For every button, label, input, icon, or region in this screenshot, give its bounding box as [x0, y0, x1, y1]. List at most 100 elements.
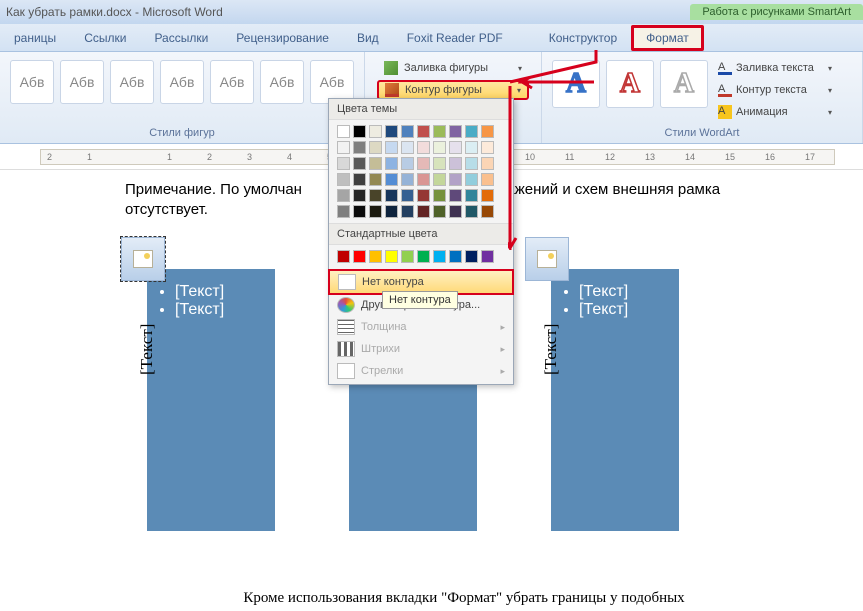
color-swatch[interactable] — [337, 173, 350, 186]
color-swatch[interactable] — [401, 173, 414, 186]
color-swatch[interactable] — [353, 173, 366, 186]
color-swatch[interactable] — [353, 189, 366, 202]
color-swatch[interactable] — [369, 250, 382, 263]
color-swatch[interactable] — [417, 189, 430, 202]
dashes-item[interactable]: Штрихи ▸ — [329, 338, 513, 360]
wordart-swatch[interactable]: А — [660, 60, 708, 108]
color-swatch[interactable] — [449, 141, 462, 154]
smartart-body[interactable]: [Текст] [Текст] — [551, 269, 679, 531]
color-swatch[interactable] — [337, 141, 350, 154]
color-swatch[interactable] — [417, 125, 430, 138]
color-swatch[interactable] — [433, 250, 446, 263]
smartart-shape[interactable]: [Текст] [Текст] [Текст] — [125, 247, 305, 531]
color-swatch[interactable] — [369, 125, 382, 138]
color-swatch[interactable] — [433, 173, 446, 186]
weight-item[interactable]: Толщина ▸ — [329, 316, 513, 338]
color-swatch[interactable] — [369, 157, 382, 170]
tab-links[interactable]: Ссылки — [70, 26, 140, 50]
smartart-image-placeholder[interactable] — [121, 237, 165, 281]
color-swatch[interactable] — [401, 141, 414, 154]
color-swatch[interactable] — [385, 141, 398, 154]
tab-mailings[interactable]: Рассылки — [140, 26, 222, 50]
color-swatch[interactable] — [417, 173, 430, 186]
animation-button[interactable]: А Анимация ▾ — [714, 102, 836, 122]
arrows-item[interactable]: Стрелки ▸ — [329, 360, 513, 382]
style-swatch[interactable]: Абв — [10, 60, 54, 104]
tab-format[interactable]: Формат — [631, 25, 704, 51]
theme-color-grid[interactable] — [329, 120, 513, 223]
wordart-gallery[interactable]: А А А — [550, 56, 710, 124]
no-outline-item[interactable]: Нет контура Нет контура — [328, 269, 514, 295]
tab-view[interactable]: Вид — [343, 26, 393, 50]
color-swatch[interactable] — [449, 250, 462, 263]
color-swatch[interactable] — [481, 125, 494, 138]
wordart-swatch[interactable]: А — [552, 60, 600, 108]
color-swatch[interactable] — [417, 157, 430, 170]
color-swatch[interactable] — [337, 189, 350, 202]
color-swatch[interactable] — [465, 157, 478, 170]
wordart-swatch[interactable]: А — [606, 60, 654, 108]
color-swatch[interactable] — [401, 205, 414, 218]
color-swatch[interactable] — [449, 173, 462, 186]
shape-outline-button[interactable]: Контур фигуры ▾ — [377, 80, 529, 100]
shape-outline-dropdown[interactable]: Цвета темы Стандартные цвета Нет контура… — [328, 98, 514, 385]
color-swatch[interactable] — [353, 250, 366, 263]
style-swatch[interactable]: Абв — [260, 60, 304, 104]
color-swatch[interactable] — [449, 189, 462, 202]
text-fill-button[interactable]: А Заливка текста ▾ — [714, 58, 836, 78]
shape-fill-button[interactable]: Заливка фигуры ▾ — [377, 58, 529, 78]
color-swatch[interactable] — [337, 205, 350, 218]
color-swatch[interactable] — [481, 141, 494, 154]
color-swatch[interactable] — [481, 189, 494, 202]
color-swatch[interactable] — [481, 173, 494, 186]
color-swatch[interactable] — [449, 157, 462, 170]
color-swatch[interactable] — [385, 125, 398, 138]
tab-foxit[interactable]: Foxit Reader PDF — [393, 26, 517, 50]
color-swatch[interactable] — [385, 205, 398, 218]
color-swatch[interactable] — [353, 125, 366, 138]
color-swatch[interactable] — [401, 189, 414, 202]
color-swatch[interactable] — [417, 205, 430, 218]
style-swatch[interactable]: Абв — [160, 60, 204, 104]
color-swatch[interactable] — [449, 125, 462, 138]
color-swatch[interactable] — [401, 125, 414, 138]
color-swatch[interactable] — [337, 250, 350, 263]
color-swatch[interactable] — [369, 189, 382, 202]
color-swatch[interactable] — [385, 250, 398, 263]
smartart-body[interactable]: [Текст] [Текст] — [147, 269, 275, 531]
color-swatch[interactable] — [369, 173, 382, 186]
color-swatch[interactable] — [385, 189, 398, 202]
color-swatch[interactable] — [353, 141, 366, 154]
color-swatch[interactable] — [417, 141, 430, 154]
color-swatch[interactable] — [449, 205, 462, 218]
color-swatch[interactable] — [417, 250, 430, 263]
tab-page[interactable]: раницы — [0, 26, 70, 50]
smartart-image-placeholder[interactable] — [525, 237, 569, 281]
style-swatch[interactable]: Абв — [210, 60, 254, 104]
color-swatch[interactable] — [433, 125, 446, 138]
color-swatch[interactable] — [337, 125, 350, 138]
color-swatch[interactable] — [401, 157, 414, 170]
smartart-shape[interactable]: [Текст] [Текст] [Текст] — [529, 247, 709, 531]
style-swatch[interactable]: Абв — [60, 60, 104, 104]
color-swatch[interactable] — [433, 205, 446, 218]
color-swatch[interactable] — [481, 205, 494, 218]
tab-review[interactable]: Рецензирование — [222, 26, 343, 50]
color-swatch[interactable] — [369, 205, 382, 218]
text-outline-button[interactable]: А Контур текста ▾ — [714, 80, 836, 100]
color-swatch[interactable] — [369, 141, 382, 154]
color-swatch[interactable] — [433, 141, 446, 154]
color-swatch[interactable] — [465, 141, 478, 154]
tab-constructor[interactable]: Конструктор — [535, 26, 631, 50]
color-swatch[interactable] — [353, 205, 366, 218]
style-swatch[interactable]: Абв — [110, 60, 154, 104]
standard-color-grid[interactable] — [329, 245, 513, 268]
color-swatch[interactable] — [401, 250, 414, 263]
color-swatch[interactable] — [353, 157, 366, 170]
color-swatch[interactable] — [465, 250, 478, 263]
color-swatch[interactable] — [385, 157, 398, 170]
color-swatch[interactable] — [433, 189, 446, 202]
color-swatch[interactable] — [433, 157, 446, 170]
color-swatch[interactable] — [385, 173, 398, 186]
color-swatch[interactable] — [465, 173, 478, 186]
